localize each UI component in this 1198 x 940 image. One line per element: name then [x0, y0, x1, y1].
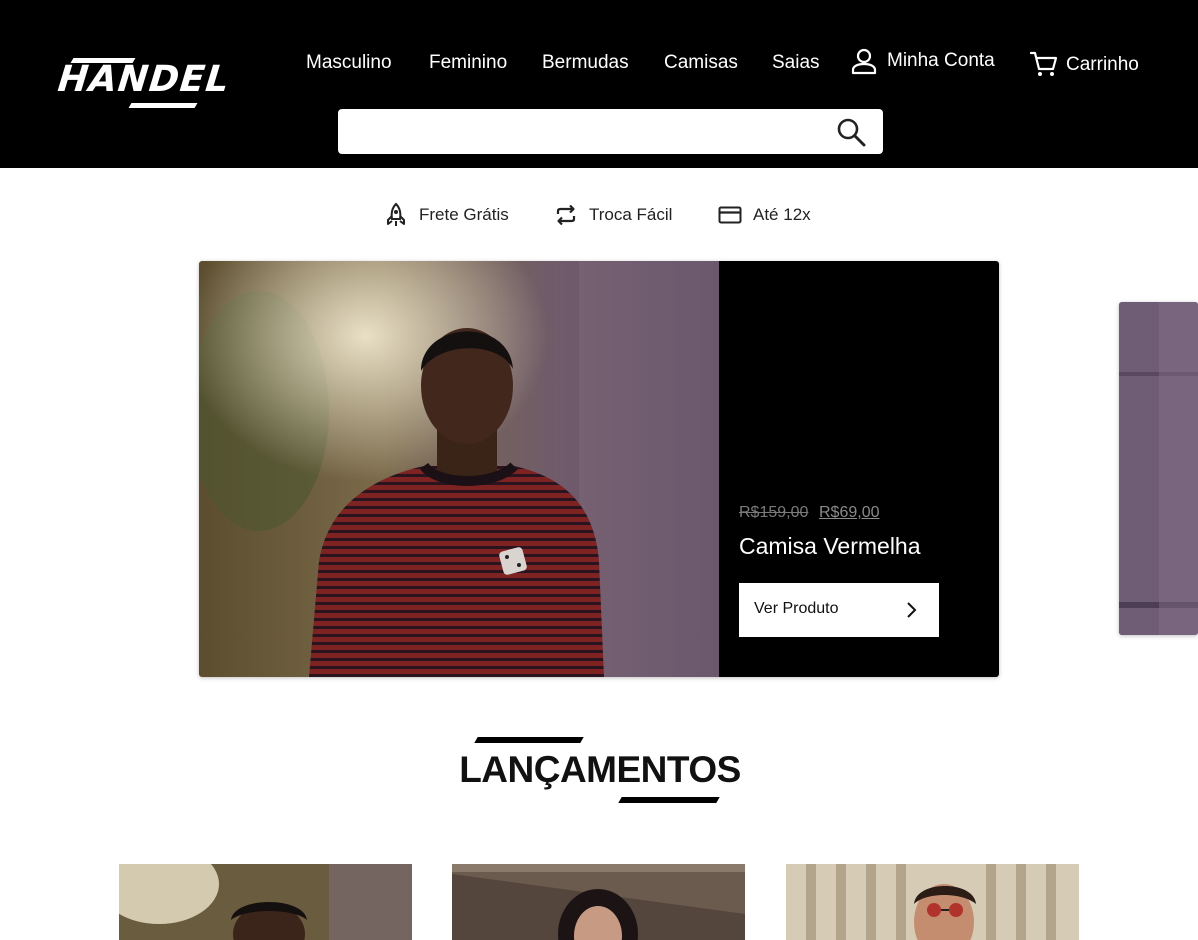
nav-item-camisas[interactable]: Camisas	[664, 48, 738, 78]
benefit-easy-exchange: Troca Fácil	[554, 200, 672, 230]
benefit-label: Frete Grátis	[419, 205, 509, 224]
search-input[interactable]	[350, 117, 820, 146]
benefit-free-shipping: Frete Grátis	[385, 200, 509, 230]
chevron-right-icon	[907, 602, 917, 618]
heading-bar-top	[474, 737, 584, 743]
cart-label: Carrinho	[1066, 54, 1139, 75]
account-label: Minha Conta	[887, 50, 995, 71]
search-box	[338, 109, 883, 154]
hero-slide: R$159,00 R$69,00 Camisa Vermelha Ver Pro…	[199, 261, 999, 677]
benefit-label: Até 12x	[753, 205, 811, 224]
next-slide-preview[interactable]	[1119, 302, 1198, 635]
user-icon	[851, 48, 877, 75]
product-image	[452, 864, 745, 940]
benefit-label: Troca Fácil	[589, 205, 673, 224]
product-card[interactable]	[452, 864, 745, 940]
section-heading: LANÇAMENTOS	[440, 735, 760, 805]
nav-item-bermudas[interactable]: Bermudas	[542, 48, 629, 78]
view-product-button[interactable]: Ver Produto	[739, 583, 939, 637]
logo-text: HANDEL	[55, 59, 232, 100]
rocket-icon	[387, 202, 405, 226]
cart-link[interactable]: Carrinho	[1030, 48, 1139, 80]
heading-bar-bottom	[618, 797, 720, 803]
view-product-label: Ver Produto	[754, 600, 839, 617]
exchange-icon	[556, 204, 576, 226]
sale-price: R$69,00	[819, 504, 880, 521]
hero-product-photo	[199, 261, 719, 677]
benefit-installments: Até 12x	[718, 200, 811, 230]
product-image	[786, 864, 1079, 940]
search-icon[interactable]	[836, 117, 866, 147]
brand-logo[interactable]: HANDEL	[56, 58, 232, 110]
section-title: LANÇAMENTOS	[459, 749, 741, 790]
nav-item-feminino[interactable]: Feminino	[429, 48, 507, 78]
site-header: HANDEL Masculino Feminino Bermudas Camis…	[0, 0, 1198, 168]
shopping-cart-icon	[1030, 51, 1058, 76]
nav-item-masculino[interactable]: Masculino	[306, 48, 392, 78]
product-image	[119, 864, 412, 940]
old-price: R$159,00	[739, 504, 809, 521]
nav-item-saias[interactable]: Saias	[772, 48, 820, 78]
logo-bar-bottom	[128, 103, 198, 108]
credit-card-icon	[718, 206, 742, 224]
account-link[interactable]: Minha Conta	[850, 46, 995, 76]
hero-product-name: Camisa Vermelha	[739, 533, 921, 559]
product-card[interactable]	[119, 864, 412, 940]
hero-info-panel: R$159,00 R$69,00 Camisa Vermelha Ver Pro…	[719, 261, 999, 677]
product-card[interactable]	[786, 864, 1079, 940]
